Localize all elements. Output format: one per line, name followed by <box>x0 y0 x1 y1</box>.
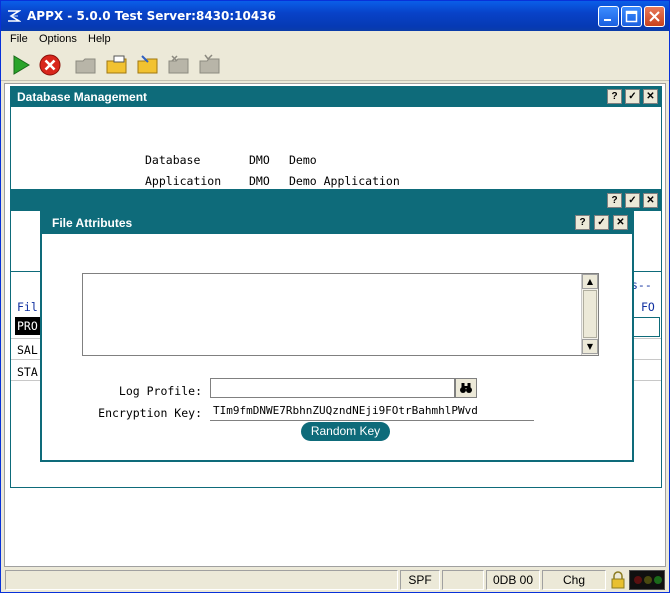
background-list-titlebar: ? ✓ ✕ <box>11 191 661 211</box>
database-management-titlebar: Database Management ? ✓ ✕ <box>11 87 661 107</box>
stop-icon[interactable] <box>38 53 62 77</box>
run-icon[interactable] <box>9 53 33 77</box>
encryption-key-input[interactable]: TIm9fmDNWE7RbhnZUQzndNEji9FOtrBahmhlPWvd <box>210 401 534 421</box>
db-help-button[interactable]: ? <box>607 89 622 104</box>
database-management-title: Database Management <box>17 90 148 104</box>
maximize-icon <box>625 10 638 23</box>
maximize-button[interactable] <box>621 6 642 27</box>
log-profile-input[interactable] <box>210 378 455 398</box>
minimize-icon <box>604 19 611 21</box>
status-spf: SPF <box>400 570 440 590</box>
folder-open-icon[interactable] <box>105 53 129 77</box>
database-name: Demo <box>289 153 317 167</box>
encryption-key-value: TIm9fmDNWE7RbhnZUQzndNEji9FOtrBahmhlPWvd <box>213 404 478 417</box>
list-row-input[interactable] <box>633 317 660 337</box>
list-column-fo: FO <box>641 300 655 314</box>
list-close-button[interactable]: ✕ <box>643 193 658 208</box>
database-label: Database <box>145 153 201 167</box>
status-mode: Chg <box>542 570 606 590</box>
dialog-help-button[interactable]: ? <box>575 215 590 230</box>
menu-file[interactable]: File <box>10 33 28 45</box>
list-ok-button[interactable]: ✓ <box>625 193 640 208</box>
status-empty-pane <box>442 570 484 590</box>
folder-delete-icon[interactable] <box>167 53 191 77</box>
folder-disabled-icon[interactable] <box>74 53 98 77</box>
log-profile-label: Log Profile: <box>118 384 202 398</box>
log-profile-lookup-button[interactable] <box>455 378 477 398</box>
file-attributes-titlebar: File Attributes ? ✓ ✕ <box>42 212 632 234</box>
file-attributes-title: File Attributes <box>52 216 133 230</box>
minimize-button[interactable] <box>598 6 619 27</box>
dialog-ok-button[interactable]: ✓ <box>594 215 609 230</box>
list-help-button[interactable]: ? <box>607 193 622 208</box>
window-titlebar: APPX - 5.0.0 Test Server:8430:10436 <box>1 1 669 31</box>
application-name: Demo Application <box>289 174 400 188</box>
list-row-label[interactable]: STA <box>17 365 38 379</box>
dialog-close-button[interactable]: ✕ <box>613 215 628 230</box>
scroll-thumb[interactable] <box>583 290 597 338</box>
file-attributes-dialog: File Attributes ? ✓ ✕ ▲ ▼ Log Profile: E… <box>40 210 634 462</box>
folder-edit-icon[interactable] <box>136 53 160 77</box>
connection-indicator-icon <box>629 570 665 590</box>
notes-textarea[interactable]: ▲ ▼ <box>82 273 599 356</box>
menu-bar: File Options Help <box>1 31 669 49</box>
status-bar: SPF 0DB 00 Chg <box>4 569 666 591</box>
app-window: APPX - 5.0.0 Test Server:8430:10436 File… <box>0 0 670 593</box>
status-db: 0DB 00 <box>486 570 540 590</box>
encryption-key-label: Encryption Key: <box>98 406 202 420</box>
appx-logo-icon <box>8 10 21 22</box>
application-code: DMO <box>249 174 270 188</box>
lock-icon <box>611 571 625 589</box>
status-message-pane <box>5 570 398 590</box>
list-column-file: Fil <box>17 300 38 314</box>
list-row-label: PRO <box>17 319 38 333</box>
scroll-down-arrow-icon[interactable]: ▼ <box>582 339 598 354</box>
list-dashes-fragment: s-- <box>631 278 652 292</box>
menu-help[interactable]: Help <box>88 33 111 45</box>
menu-options[interactable]: Options <box>39 33 77 45</box>
db-close-button[interactable]: ✕ <box>643 89 658 104</box>
random-key-button[interactable]: Random Key <box>301 422 390 441</box>
close-icon <box>649 11 660 22</box>
scroll-up-arrow-icon[interactable]: ▲ <box>582 274 598 289</box>
textarea-scrollbar[interactable]: ▲ ▼ <box>581 274 598 355</box>
db-ok-button[interactable]: ✓ <box>625 89 640 104</box>
toolbar <box>1 49 669 81</box>
binoculars-icon <box>460 383 472 393</box>
list-row-label[interactable]: SAL <box>17 343 38 357</box>
database-management-window: Database Management ? ✓ ✕ Database DMO D… <box>10 86 662 190</box>
folder-inbox-icon[interactable] <box>198 53 222 77</box>
close-window-button[interactable] <box>644 6 665 27</box>
list-row-selected[interactable]: PRO <box>15 317 41 335</box>
database-code: DMO <box>249 153 270 167</box>
application-label: Application <box>145 174 222 188</box>
window-title: APPX - 5.0.0 Test Server:8430:10436 <box>27 9 276 23</box>
